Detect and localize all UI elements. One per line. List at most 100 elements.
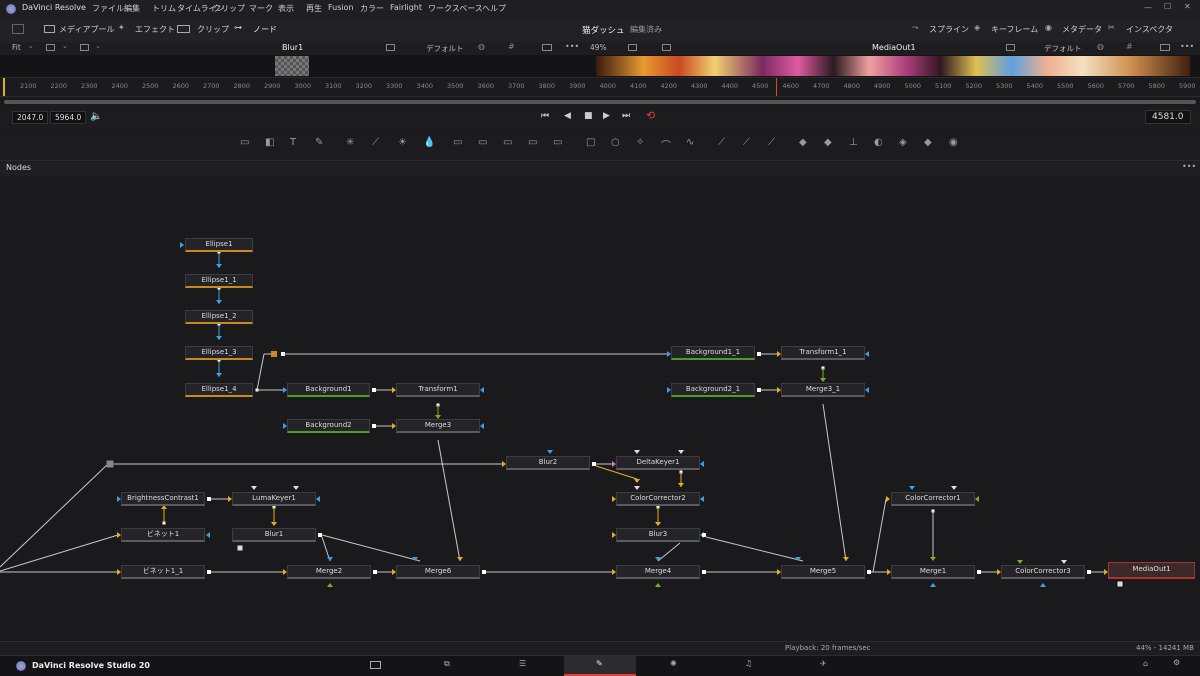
metadata-button[interactable]: メタデータ <box>1062 24 1102 35</box>
node-port[interactable] <box>373 570 377 574</box>
node-port[interactable] <box>592 462 596 466</box>
node-input-arrow[interactable] <box>251 486 257 490</box>
node-colorcorrector1[interactable]: ColorCorrector1 <box>891 492 975 506</box>
node-colorcorrector2[interactable]: ColorCorrector2 <box>616 492 700 506</box>
grid-icon[interactable]: # <box>508 42 515 51</box>
fusion-tool-icon[interactable]: ◉ <box>949 137 958 148</box>
node-merge3[interactable]: Merge3 <box>396 419 480 433</box>
node-input-arrow[interactable] <box>457 557 463 561</box>
node-port[interactable] <box>207 497 211 501</box>
effects-icon[interactable]: ✦ <box>118 23 125 32</box>
menu-item[interactable]: 表示 <box>278 3 294 14</box>
fusion-tool-icon[interactable]: ◆ <box>824 137 832 148</box>
nodes-button[interactable]: ノード <box>253 24 277 35</box>
fusion-tool-icon[interactable]: ☀ <box>398 137 407 148</box>
node-brightnesscontrast1[interactable]: BrightnessContrast1 <box>121 492 205 506</box>
chevron-down-icon[interactable]: ⌄ <box>95 42 101 50</box>
play-reverse-icon[interactable]: ◀ <box>564 111 571 121</box>
node-port[interactable] <box>702 570 706 574</box>
node-port[interactable] <box>1117 581 1123 587</box>
lut-icon[interactable]: ◍ <box>478 42 485 51</box>
skip-to-end-icon[interactable]: ⏭ <box>622 111 630 121</box>
node-background2-1[interactable]: Background2_1 <box>671 383 755 397</box>
home-icon[interactable]: ⌂ <box>1143 659 1148 668</box>
color-page-icon[interactable]: ✺ <box>670 659 677 668</box>
fusion-tool-icon[interactable]: ⟋ <box>372 137 379 148</box>
node-input-arrow[interactable] <box>316 496 320 502</box>
chevron-down-icon[interactable]: ⌄ <box>62 42 68 50</box>
node-input-arrow[interactable] <box>216 373 222 377</box>
right-viewer-zoom[interactable]: 49% <box>590 43 607 52</box>
node-input-arrow[interactable] <box>865 351 869 357</box>
menu-item[interactable]: ヘルプ <box>482 3 506 14</box>
nodes-icon[interactable]: ⊶ <box>234 23 242 32</box>
close-icon[interactable]: ✕ <box>1184 2 1191 11</box>
fusion-tool-icon[interactable]: ⟋ <box>718 137 725 148</box>
panel-more-button[interactable]: ••• <box>1182 162 1196 171</box>
node-merge6[interactable]: Merge6 <box>396 565 480 579</box>
more-icon[interactable]: ••• <box>565 42 579 51</box>
fusion-tool-icon[interactable]: □ <box>586 137 595 148</box>
node-port[interactable] <box>1087 570 1091 574</box>
node-mediaout1[interactable]: MediaOut1 <box>1108 562 1195 579</box>
time-ruler[interactable]: 2100 2200 2300 2400 2500 2600 2700 2800 2900 3000… <box>0 77 1200 97</box>
maximize-icon[interactable]: ☐ <box>1164 2 1171 11</box>
node-input-arrow[interactable] <box>480 423 484 429</box>
node-ellipse1-4[interactable]: Ellipse1_4 <box>185 383 253 397</box>
media-pool-button[interactable]: メディアプール <box>59 24 114 35</box>
fusion-tool-icon[interactable]: ⟋ <box>743 137 750 148</box>
menu-item[interactable]: マーク <box>249 3 273 14</box>
fusion-tool-icon[interactable]: ○ <box>611 137 620 148</box>
fullscreen-icon[interactable] <box>542 44 552 51</box>
node-blur3[interactable]: Blur3 <box>616 528 700 542</box>
fusion-page-tab[interactable]: ✎ <box>564 656 636 676</box>
node-input-arrow[interactable] <box>1017 560 1023 564</box>
menu-item[interactable]: 再生 <box>306 3 322 14</box>
keyframes-icon[interactable]: ◈ <box>974 23 980 32</box>
range-end-field[interactable]: 5964.0 <box>50 111 87 124</box>
fusion-tool-icon[interactable]: ✎ <box>315 137 323 148</box>
node-vignette1-1[interactable]: ビネット1_1 <box>121 565 205 579</box>
range-start-field[interactable]: 2047.0 <box>12 111 49 124</box>
fusion-tool-icon[interactable]: ▭ <box>503 137 512 148</box>
fusion-tool-icon[interactable]: ✧ <box>636 137 644 148</box>
node-input-arrow[interactable] <box>327 557 333 561</box>
node-background1[interactable]: Background1 <box>287 383 370 397</box>
node-ellipse1[interactable]: Ellipse1 <box>185 238 253 252</box>
fusion-tool-icon[interactable]: ◧ <box>265 137 274 148</box>
node-port[interactable] <box>757 352 761 356</box>
view-mode-icon[interactable] <box>46 44 55 51</box>
node-port[interactable] <box>757 388 761 392</box>
node-input-arrow[interactable] <box>678 483 684 487</box>
node-blur2[interactable]: Blur2 <box>506 456 590 470</box>
menu-item[interactable]: クリップ <box>213 3 245 14</box>
clips-icon[interactable] <box>177 25 190 33</box>
node-port[interactable] <box>237 545 243 551</box>
node-background2[interactable]: Background2 <box>287 419 370 433</box>
menu-item[interactable]: トリム <box>152 3 176 14</box>
node-transform1-1[interactable]: Transform1_1 <box>781 346 865 360</box>
fullscreen-icon[interactable] <box>1160 44 1170 51</box>
node-merge3-1[interactable]: Merge3_1 <box>781 383 865 397</box>
spline-icon[interactable]: ⤳ <box>912 23 918 33</box>
node-input-arrow[interactable] <box>271 522 277 526</box>
skip-to-start-icon[interactable]: ⏮ <box>541 111 549 121</box>
timeline-scroll[interactable] <box>4 100 1196 104</box>
fusion-tool-icon[interactable]: ◈ <box>899 137 907 148</box>
node-input-arrow[interactable] <box>930 583 936 587</box>
lut-icon[interactable]: ◍ <box>1097 42 1104 51</box>
chevron-down-icon[interactable]: ⌄ <box>28 42 34 50</box>
node-input-arrow[interactable] <box>655 522 661 526</box>
node-ellipse1-2[interactable]: Ellipse1_2 <box>185 310 253 324</box>
channel-icon[interactable] <box>80 44 89 51</box>
node-input-arrow[interactable] <box>206 532 210 538</box>
right-viewer-preset[interactable]: デフォルト <box>1044 43 1082 54</box>
node-port[interactable] <box>867 570 871 574</box>
fusion-tool-icon[interactable]: ▭ <box>453 137 462 148</box>
loop-icon[interactable]: ⟲ <box>646 109 655 122</box>
node-merge5[interactable]: Merge5 <box>781 565 865 579</box>
left-viewer-preset[interactable]: デフォルト <box>426 43 464 54</box>
node-lumakeyer1[interactable]: LumaKeyer1 <box>232 492 316 506</box>
node-input-arrow[interactable] <box>886 496 890 502</box>
play-icon[interactable]: ▶ <box>603 111 610 121</box>
